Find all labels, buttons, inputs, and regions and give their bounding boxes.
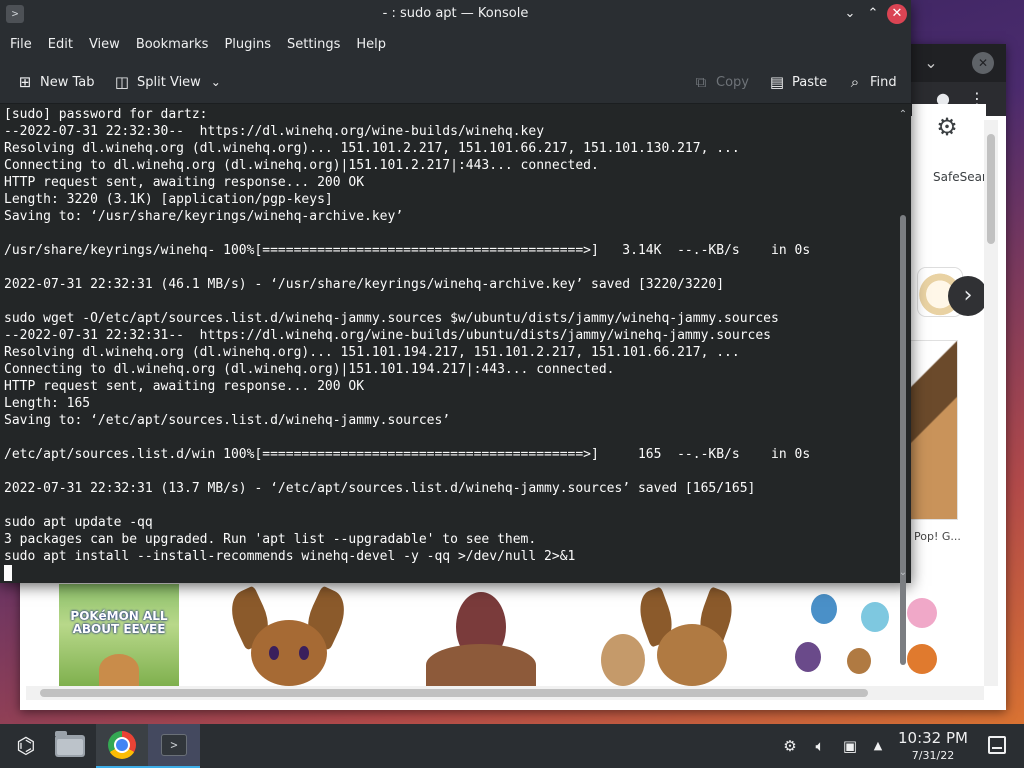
konsole-window: > - : sudo apt — Konsole ⌄ ⌃ ✕ File Edit… — [0, 0, 911, 665]
tray-expand-icon[interactable]: ▲ — [868, 736, 888, 756]
paste-label: Paste — [792, 74, 828, 90]
terminal-line: /usr/share/keyrings/winehq- 100%[=======… — [4, 243, 811, 258]
terminal-line: HTTP request sent, awaiting response... … — [4, 175, 365, 190]
scroll-down-icon[interactable]: ⌄ — [897, 567, 909, 579]
image-preview[interactable] — [910, 340, 958, 520]
network-icon[interactable]: ▣ — [840, 736, 860, 756]
terminal-line: Length: 165 — [4, 396, 91, 411]
terminal-line: Saving to: ‘/usr/share/keyrings/winehq-a… — [4, 209, 404, 224]
terminal-output[interactable]: [sudo] password for dartz: --2022-07-31 2… — [0, 105, 895, 583]
terminal-line: Saving to: ‘/etc/apt/sources.list.d/wine… — [4, 413, 451, 428]
copy-button[interactable]: ⧉ Copy — [692, 70, 749, 94]
close-icon[interactable]: ✕ — [972, 52, 994, 74]
terminal-line: sudo apt install --install-recommends wi… — [4, 549, 576, 564]
terminal-lines: [sudo] password for dartz: --2022-07-31 2… — [4, 106, 810, 582]
search-icon: ⌕ — [850, 73, 860, 91]
menu-plugins[interactable]: Plugins — [216, 29, 279, 60]
book-title: POKéMON ALL ABOUT EEVEE — [70, 609, 168, 636]
terminal-line: sudo wget -O/etc/apt/sources.list.d/wine… — [4, 311, 779, 326]
show-desktop-icon[interactable] — [988, 736, 1006, 754]
split-view-icon: ◫ — [114, 73, 130, 91]
split-view-label: Split View — [137, 74, 201, 90]
terminal-line: --2022-07-31 22:32:30-- https://dl.wineh… — [4, 124, 545, 139]
result-image-eevee-3[interactable] — [601, 584, 761, 686]
find-button[interactable]: ⌕ Find — [846, 70, 897, 94]
new-tab-icon: ⊞ — [18, 73, 32, 91]
image-caption[interactable]: Pop! G... — [914, 530, 961, 543]
safesearch-label[interactable]: SafeSear — [933, 170, 987, 184]
result-image-eevee-2[interactable] — [386, 584, 581, 686]
taskbar: ⌬ > ⚙ 🔈︎ ▣ ▲ 10:32 PM 7/31/22 — [0, 724, 1024, 768]
terminal-line: /etc/apt/sources.list.d/win 100%[=======… — [4, 447, 811, 462]
volume-icon[interactable]: 🔈︎ — [810, 736, 830, 756]
menu-bar: File Edit View Bookmarks Plugins Setting… — [0, 29, 911, 60]
scrollbar-thumb[interactable] — [900, 215, 906, 665]
minimize-icon[interactable]: ⌄ — [840, 4, 860, 24]
terminal-line: [sudo] password for dartz: — [4, 107, 208, 122]
gear-icon[interactable]: ⚙ — [934, 114, 960, 140]
terminal-scrollbar[interactable]: ⌃ ⌄ — [895, 105, 911, 665]
paste-icon: ▤ — [769, 73, 785, 91]
copy-label: Copy — [716, 74, 749, 90]
chevron-down-icon[interactable]: ⌄ — [920, 52, 942, 74]
terminal-line: Connecting to dl.winehq.org (dl.winehq.o… — [4, 362, 615, 377]
file-manager-icon[interactable] — [44, 724, 96, 768]
terminal-line: Resolving dl.winehq.org (dl.winehq.org).… — [4, 345, 740, 360]
clock-time[interactable]: 10:32 PM — [892, 729, 974, 747]
image-results-row: POKéMON ALL ABOUT EEVEE — [26, 584, 984, 686]
maximize-icon[interactable]: ⌃ — [863, 4, 883, 24]
steam-icon[interactable]: ⚙ — [780, 736, 800, 756]
new-tab-button[interactable]: ⊞ New Tab — [16, 70, 95, 94]
safesearch-panel: ⚙ SafeSear — [912, 104, 987, 234]
close-icon[interactable]: ✕ — [887, 4, 907, 24]
terminal-line: HTTP request sent, awaiting response... … — [4, 379, 365, 394]
terminal-line: sudo apt update -qq — [4, 515, 153, 530]
find-label: Find — [870, 74, 897, 90]
new-tab-label: New Tab — [40, 74, 95, 90]
menu-help[interactable]: Help — [348, 29, 394, 60]
result-image-eevee-1[interactable] — [211, 584, 366, 686]
result-image-eeveelutions[interactable] — [781, 584, 963, 686]
konsole-icon[interactable]: > — [148, 724, 200, 768]
terminal-line: --2022-07-31 22:32:31-- https://dl.wineh… — [4, 328, 772, 343]
terminal-line: 3 packages can be upgraded. Run 'apt lis… — [4, 532, 537, 547]
terminal-line: 2022-07-31 22:32:31 (46.1 MB/s) - ‘/usr/… — [4, 277, 725, 292]
result-image-book[interactable]: POKéMON ALL ABOUT EEVEE — [59, 584, 179, 686]
clock-date[interactable]: 7/31/22 — [892, 749, 974, 762]
text-cursor — [4, 565, 12, 581]
menu-edit[interactable]: Edit — [40, 29, 81, 60]
menu-view[interactable]: View — [81, 29, 128, 60]
menu-bookmarks[interactable]: Bookmarks — [128, 29, 217, 60]
window-title: - : sudo apt — Konsole — [382, 6, 529, 21]
split-view-button[interactable]: ◫ Split View ⌄ — [113, 70, 225, 94]
terminal-line: Connecting to dl.winehq.org (dl.winehq.o… — [4, 158, 599, 173]
copy-icon: ⧉ — [695, 73, 707, 91]
terminal-line: 2022-07-31 22:32:31 (13.7 MB/s) - ‘/etc/… — [4, 481, 756, 496]
title-bar[interactable]: > - : sudo apt — Konsole ⌄ ⌃ ✕ — [0, 0, 911, 29]
browser-vertical-scrollbar[interactable] — [984, 120, 998, 686]
toolbar: ⊞ New Tab ◫ Split View ⌄ ⧉ Copy ▤ Paste … — [0, 60, 911, 104]
paste-button[interactable]: ▤ Paste — [768, 70, 827, 94]
terminal-line: Length: 3220 (3.1K) [application/pgp-key… — [4, 192, 333, 207]
chevron-down-icon[interactable]: ⌄ — [207, 73, 225, 91]
terminal-line: Resolving dl.winehq.org (dl.winehq.org).… — [4, 141, 740, 156]
terminal-prompt-line[interactable] — [4, 565, 810, 582]
scroll-up-icon[interactable]: ⌃ — [897, 109, 909, 121]
chevron-right-icon[interactable]: › — [948, 276, 988, 316]
browser-horizontal-scrollbar[interactable] — [26, 686, 984, 700]
menu-settings[interactable]: Settings — [279, 29, 348, 60]
chrome-icon[interactable] — [96, 724, 148, 768]
menu-file[interactable]: File — [2, 29, 40, 60]
